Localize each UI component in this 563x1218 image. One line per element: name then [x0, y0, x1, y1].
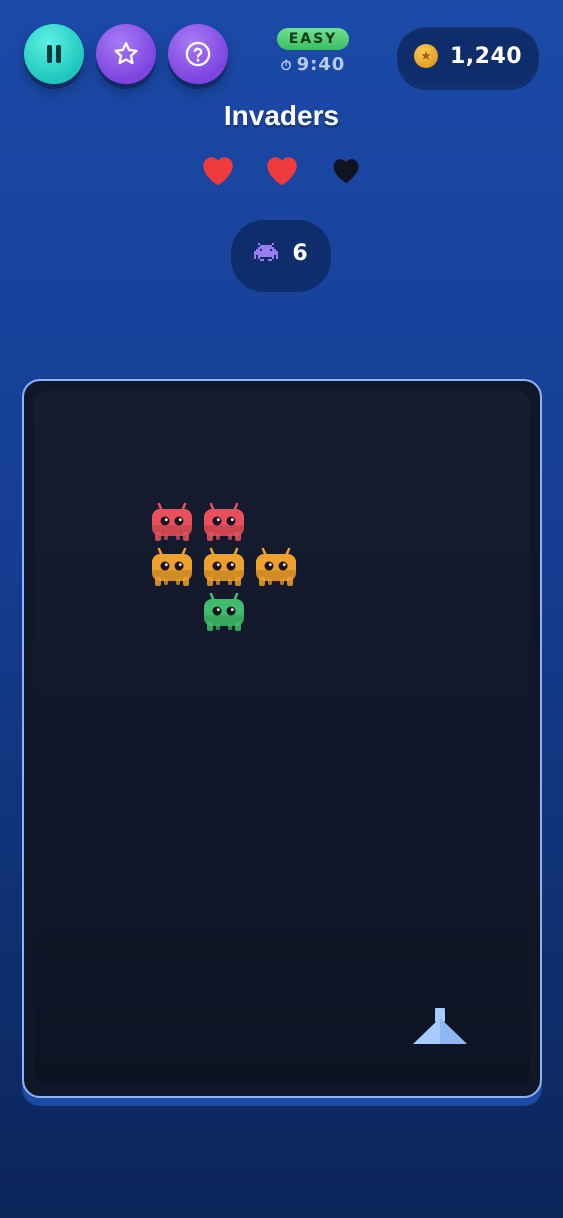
question-icon — [185, 41, 211, 67]
heart-full-icon — [198, 150, 238, 190]
heart-empty-icon — [326, 150, 366, 190]
invader-orange — [149, 547, 195, 589]
game-title: Invaders — [223, 100, 340, 131]
favorite-button[interactable] — [96, 24, 156, 84]
help-button[interactable] — [168, 24, 228, 84]
invader-green — [201, 592, 247, 634]
coin-value: 1,240 — [450, 43, 523, 69]
pause-button[interactable] — [24, 24, 84, 84]
alien-icon — [254, 243, 279, 261]
enemy-counter: 6 — [231, 220, 331, 286]
timer: ⏱ 9:40 — [273, 54, 353, 75]
invader-red — [149, 502, 195, 544]
difficulty-badge: EASY — [276, 28, 350, 50]
status-panel: EASY ⏱ 9:40 — [273, 28, 353, 75]
invader-orange — [201, 547, 247, 589]
enemy-count: 6 — [292, 240, 308, 266]
pause-icon — [47, 45, 61, 63]
game-board[interactable] — [22, 379, 542, 1098]
star-icon — [114, 42, 138, 65]
stopwatch-icon: ⏱ — [280, 58, 293, 74]
timer-value: 9:40 — [296, 54, 346, 75]
invader-red — [201, 502, 247, 544]
player-ship[interactable] — [412, 1008, 468, 1046]
invader-orange — [253, 547, 299, 589]
coin-icon: ★ — [414, 44, 438, 68]
playfield[interactable] — [34, 391, 530, 1086]
lives-display — [0, 150, 563, 190]
coin-balance: ★ 1,240 — [397, 27, 539, 85]
heart-full-icon — [262, 150, 302, 190]
